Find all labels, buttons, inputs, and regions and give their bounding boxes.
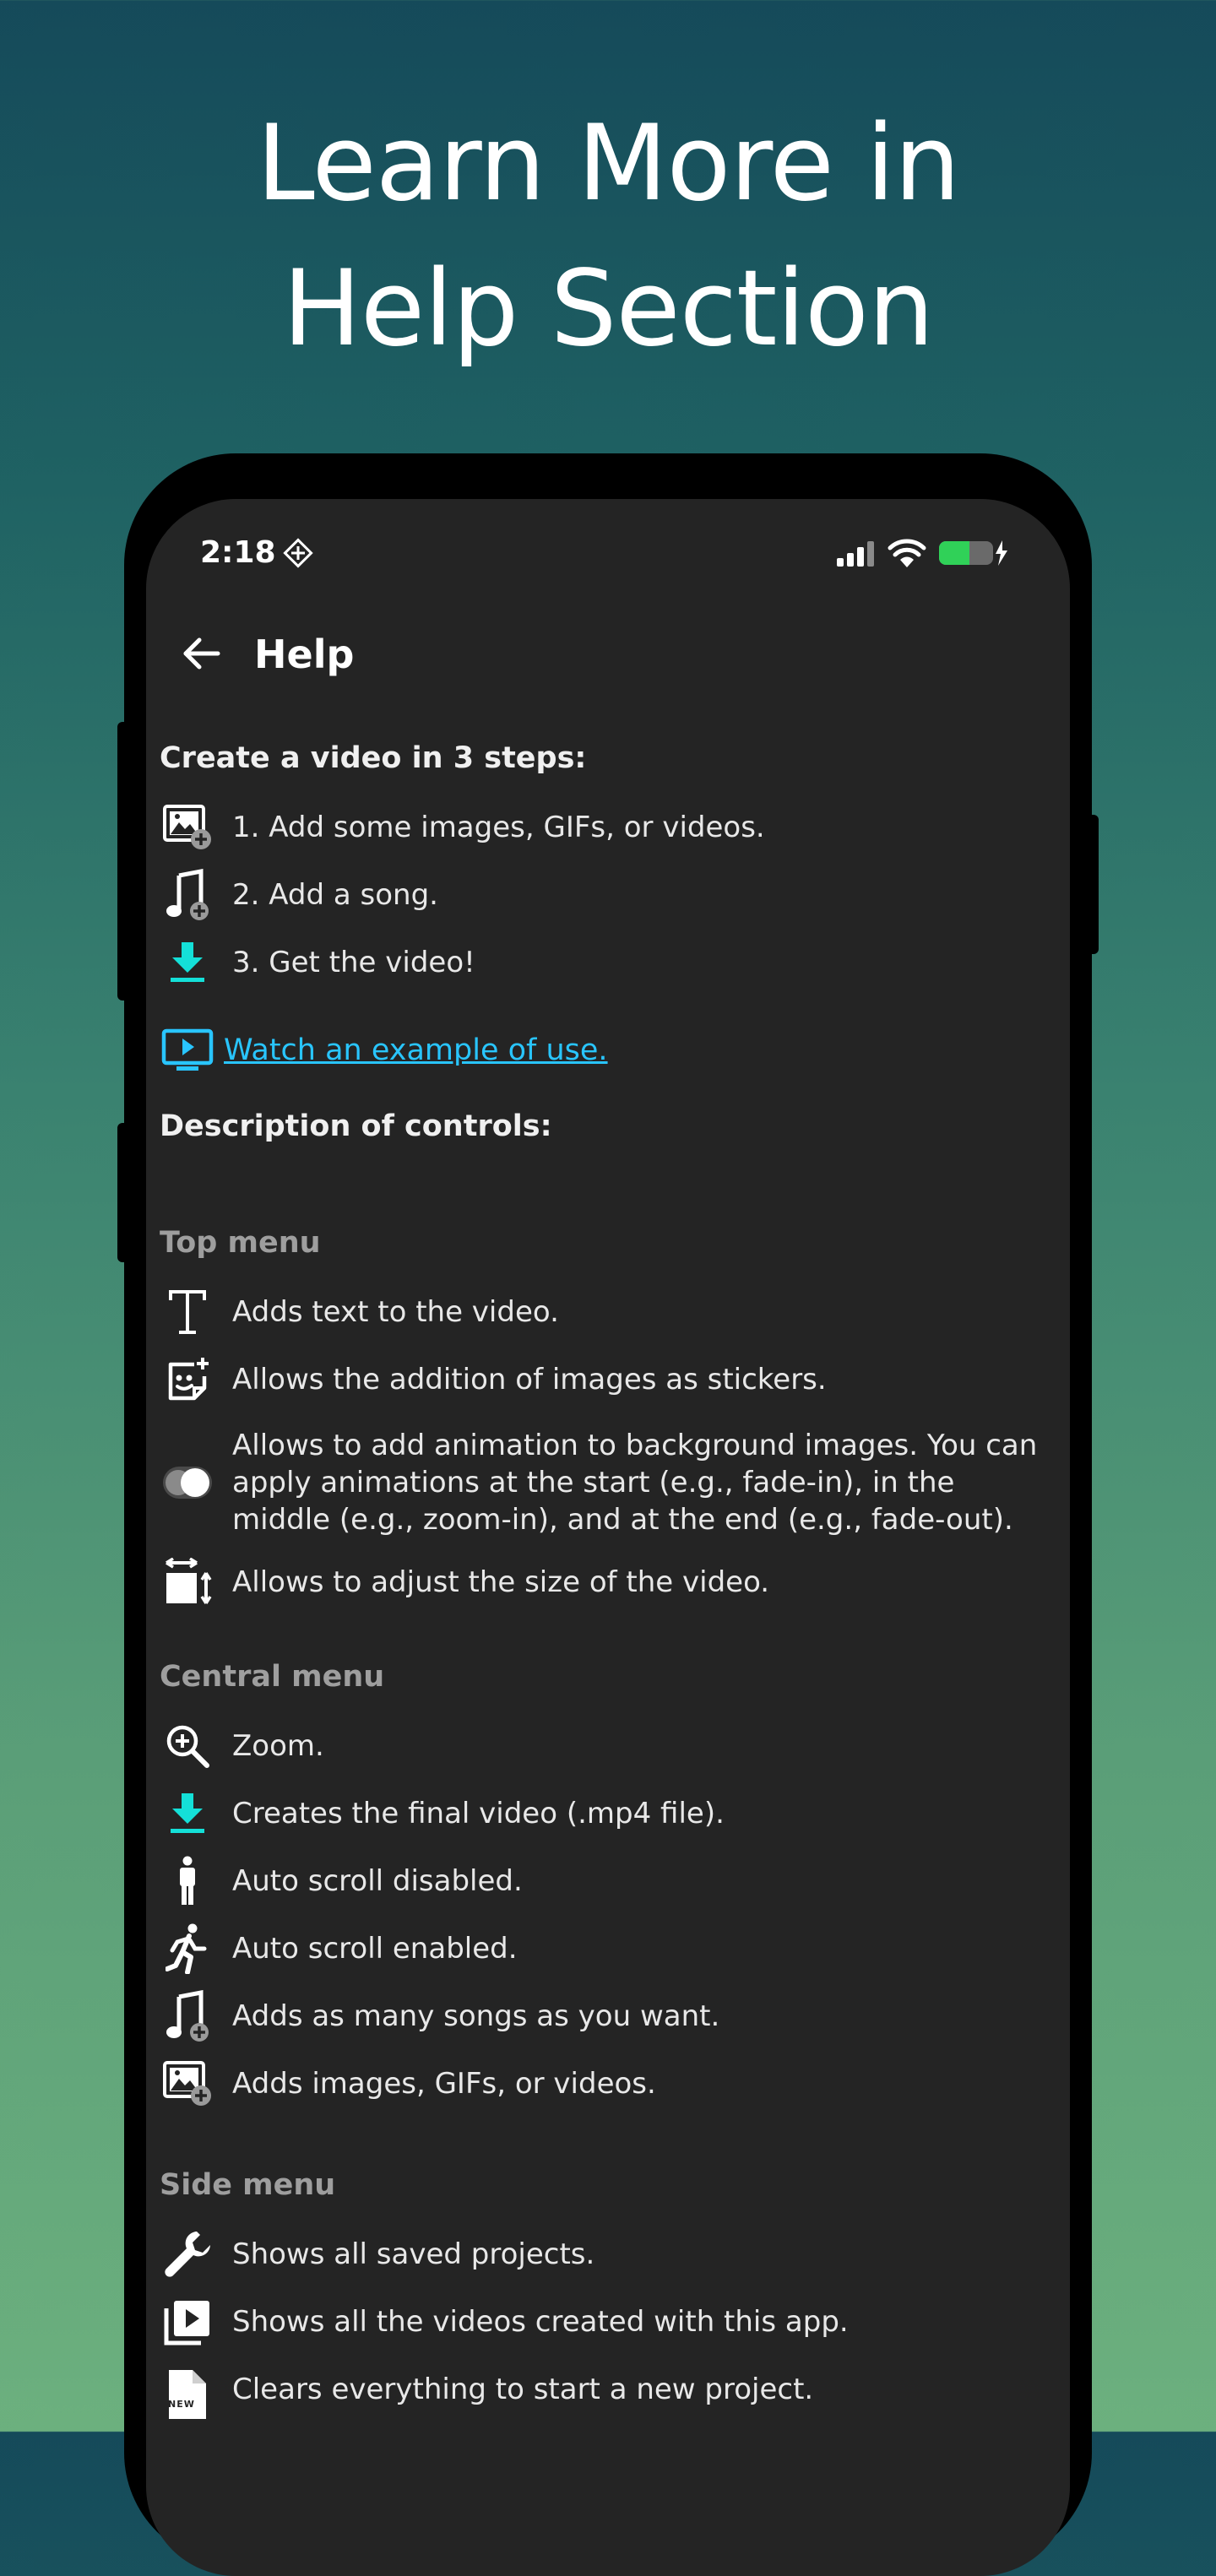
play-video-icon (160, 1022, 215, 1078)
list-item: NEW Clears everything to start a new pro… (160, 2362, 1055, 2419)
top-menu-animation-label: Allows to add animation to background im… (232, 1429, 1038, 1537)
sticker-icon (160, 1352, 215, 1407)
phone-frame: 2:18 Help Create a video in 3 steps: 1. … (124, 453, 1092, 2576)
central-menu-zoom-label: Zoom. (232, 1729, 324, 1763)
watch-example-link[interactable]: Watch an example of use. (160, 1022, 1055, 1078)
list-item: Zoom. (160, 1718, 1055, 1774)
cellular-signal-icon (837, 541, 874, 567)
running-person-icon (160, 1921, 215, 1977)
list-item: 3. Get the video! (160, 935, 1055, 990)
central-menu-scroll-on-label: Auto scroll enabled. (232, 1932, 518, 1966)
promo-headline: Learn More in Help Section (0, 91, 1216, 382)
zoom-icon (160, 1718, 215, 1774)
list-item: 1. Add some images, GIFs, or videos. (160, 800, 1055, 855)
list-item: Auto scroll enabled. (160, 1921, 1055, 1977)
steps-heading: Create a video in 3 steps: (160, 741, 587, 775)
animation-toggle-icon (160, 1455, 215, 1510)
back-button[interactable] (171, 624, 231, 683)
vpn-diamond-icon (283, 538, 313, 568)
add-song-icon (160, 867, 215, 923)
add-images-icon (160, 800, 215, 855)
new-file-icon: NEW (160, 2362, 215, 2419)
arrow-back-icon (183, 637, 220, 670)
step-1-label: 1. Add some images, GIFs, or videos. (232, 811, 765, 844)
list-item: Allows to adjust the size of the video. (160, 1554, 1055, 1610)
side-menu-projects-label: Shows all saved projects. (232, 2237, 595, 2271)
controls-heading: Description of controls: (160, 1109, 552, 1143)
central-menu-songs-label: Adds as many songs as you want. (232, 1999, 720, 2033)
side-menu-new-project-label: Clears everything to start a new project… (232, 2373, 814, 2406)
central-menu-images-label: Adds images, GIFs, or videos. (232, 2067, 656, 2101)
battery-charging-icon (939, 540, 1007, 566)
central-menu-heading: Central menu (160, 1660, 385, 1694)
promo-headline-line1: Learn More in (256, 103, 961, 225)
top-menu-resize-label: Allows to adjust the size of the video. (232, 1565, 770, 1599)
status-time: 2:18 (200, 535, 276, 570)
top-menu-text-label: Adds text to the video. (232, 1295, 559, 1329)
list-item: Creates the final video (.mp4 file). (160, 1786, 1055, 1841)
central-menu-scroll-off-label: Auto scroll disabled. (232, 1864, 523, 1898)
list-item: Adds images, GIFs, or videos. (160, 2056, 1055, 2112)
standing-person-icon (160, 1853, 215, 1909)
resize-icon (160, 1554, 215, 1610)
list-item: 2. Add a song. (160, 867, 1055, 923)
step-3-label: 3. Get the video! (232, 946, 475, 979)
list-item: Shows all saved projects. (160, 2226, 1055, 2282)
top-menu-sticker-label: Allows the addition of images as sticker… (232, 1363, 827, 1396)
text-icon (160, 1284, 215, 1340)
side-menu-heading: Side menu (160, 2168, 336, 2202)
add-images-icon (160, 2056, 215, 2112)
phone-screen: 2:18 Help Create a video in 3 steps: 1. … (146, 499, 1070, 2576)
list-item: Auto scroll disabled. (160, 1853, 1055, 1909)
list-item: Shows all the videos created with this a… (160, 2294, 1055, 2350)
step-2-label: 2. Add a song. (232, 878, 438, 912)
list-item: Allows to add animation to background im… (160, 1419, 1055, 1546)
video-library-icon (160, 2294, 215, 2350)
new-file-badge: NEW (168, 2399, 195, 2410)
download-icon (160, 935, 215, 990)
watch-example-link-label[interactable]: Watch an example of use. (224, 1029, 608, 1071)
top-menu-heading: Top menu (160, 1226, 321, 1260)
list-item: Allows the addition of images as sticker… (160, 1352, 1055, 1407)
wrench-icon (160, 2226, 215, 2282)
add-song-icon (160, 1988, 215, 2044)
list-item: Adds text to the video. (160, 1284, 1055, 1340)
promo-headline-line2: Help Section (282, 248, 935, 370)
download-icon (160, 1786, 215, 1841)
app-bar-title: Help (254, 632, 355, 677)
list-item: Adds as many songs as you want. (160, 1988, 1055, 2044)
wifi-icon (888, 539, 926, 567)
app-bar: Help (146, 607, 1070, 702)
side-menu-videos-label: Shows all the videos created with this a… (232, 2305, 849, 2339)
status-indicators (837, 533, 1011, 573)
central-menu-export-label: Creates the final video (.mp4 file). (232, 1797, 725, 1830)
